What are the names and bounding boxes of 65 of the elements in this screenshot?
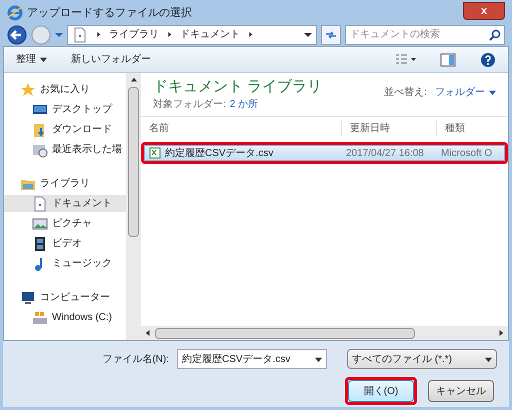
view-list-icon[interactable] — [396, 54, 416, 66]
sidebar-item[interactable]: ピクチャ — [4, 215, 126, 232]
sort-label: 並べ替え: — [384, 86, 427, 100]
file-row[interactable]: 約定履歴CSVデータ.csv 2017/04/27 16:08 Microsoft O — [144, 145, 505, 162]
close-button[interactable]: x — [463, 2, 505, 20]
window-title: アップロードするファイルの選択 — [27, 6, 192, 21]
browser-logo-icon — [7, 4, 23, 21]
sidebar-item[interactable]: コンピューター — [4, 289, 126, 306]
column-header[interactable]: 種類 — [436, 120, 508, 136]
breadcrumb-item[interactable]: ライブラリ — [109, 27, 159, 42]
sort-dropdown[interactable]: フォルダー — [435, 85, 496, 100]
document-icon — [72, 26, 88, 43]
breadcrumb-arrow-icon[interactable] — [248, 32, 253, 38]
breadcrumb-arrow-icon[interactable] — [167, 32, 172, 38]
dropdown-caret-icon[interactable] — [304, 30, 312, 39]
scroll-right-icon[interactable] — [498, 330, 504, 336]
sidebar-item[interactable]: ダウンロード — [4, 121, 126, 138]
scroll-left-icon[interactable] — [145, 330, 151, 336]
sidebar-item[interactable]: ドキュメント — [4, 195, 126, 212]
sidebar-item[interactable]: ライブラリ — [4, 175, 126, 192]
computer-icon — [20, 290, 36, 306]
caret-icon[interactable] — [489, 89, 496, 96]
sidebar-item[interactable]: デスクトップ — [4, 101, 126, 118]
breadcrumb-arrow-icon[interactable] — [96, 32, 101, 38]
open-button[interactable]: 開く(O) — [348, 380, 414, 402]
file-name-cell-text: 約定履歴CSVデータ.csv — [165, 146, 274, 161]
modified-date-cell: 2017/04/27 16:08 — [346, 148, 424, 159]
document-icon — [32, 196, 48, 212]
sidebar-item[interactable]: ミュージック — [4, 255, 126, 272]
vertical-scrollbar[interactable] — [126, 73, 141, 340]
caret-icon[interactable] — [315, 356, 322, 363]
sidebar-item[interactable]: 最近表示した場 — [4, 141, 126, 158]
sidebar-item[interactable]: ビデオ — [4, 235, 126, 252]
caret-icon[interactable] — [40, 56, 47, 64]
refresh-icon — [325, 28, 337, 41]
drive-icon — [32, 310, 48, 326]
back-icon[interactable] — [7, 24, 27, 45]
sidebar-item[interactable]: お気に入り — [4, 81, 126, 98]
address-bar[interactable]: ライブラリ ドキュメント — [67, 24, 317, 45]
scroll-up-icon[interactable] — [130, 77, 136, 84]
help-icon[interactable] — [480, 52, 496, 68]
file-name-field[interactable]: 約定履歴CSVデータ.csv — [177, 349, 327, 370]
refresh-button[interactable] — [321, 24, 341, 45]
search-field[interactable]: ドキュメントの検索 — [345, 24, 505, 45]
preview-pane-icon[interactable] — [440, 52, 456, 68]
search-icon[interactable] — [489, 28, 501, 41]
column-header[interactable]: 名前 — [141, 120, 341, 136]
new-folder-button[interactable]: 新しいフォルダー — [71, 52, 151, 68]
file-name-label: ファイル名(N): — [102, 352, 169, 367]
file-type-dropdown[interactable]: すべてのファイル (*.*) — [347, 349, 497, 370]
sidebar-item[interactable]: Windows (C:) — [4, 309, 126, 326]
horizontal-scrollbar[interactable] — [141, 326, 508, 340]
organize-button[interactable]: 整理 — [16, 52, 47, 68]
caret-icon[interactable] — [485, 356, 492, 363]
library-title: ドキュメント ライブラリ — [153, 77, 322, 98]
spreadsheet-file-icon — [149, 147, 161, 160]
cancel-button[interactable]: キャンセル — [428, 380, 494, 402]
picture-icon — [32, 216, 48, 232]
folder-count-link[interactable]: 2 か所 — [230, 97, 258, 112]
column-header[interactable]: 更新日時 — [341, 120, 436, 136]
star-icon — [20, 82, 36, 98]
file-type-cell-text: Microsoft O — [440, 146, 492, 161]
film-icon — [32, 236, 48, 252]
breadcrumb-item[interactable]: ドキュメント — [180, 27, 240, 42]
folder-count-label: 対象フォルダー: — [153, 98, 226, 112]
